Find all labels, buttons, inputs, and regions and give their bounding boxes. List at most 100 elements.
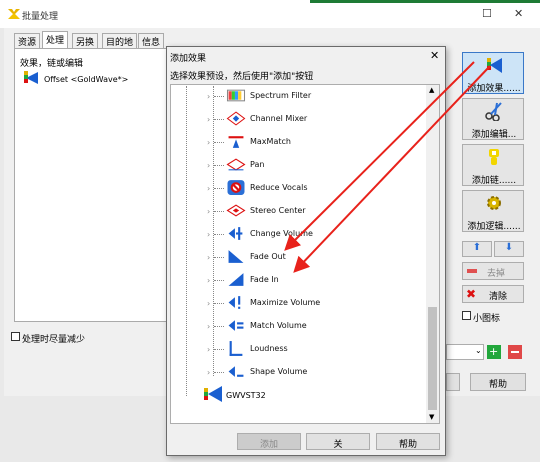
tree-item[interactable]: Match Volume [250,321,307,330]
arrow-up-icon: ⬆ [472,242,482,253]
tree-connector [214,188,224,189]
preset-dropdown[interactable]: ⌄ [446,344,484,360]
tab-process[interactable]: 处理 [42,31,69,48]
tree-root-item[interactable]: GWVST32 [226,391,266,400]
move-down-button[interactable]: ⬇ [494,241,524,257]
channel-mixer-icon [226,111,246,126]
tree-connector [214,257,224,258]
clear-label: 清除 [489,292,508,302]
scissors-icon [485,102,502,121]
tree-item[interactable]: Channel Mixer [250,114,307,123]
add-preset-button[interactable]: + [487,345,501,359]
effect-icon [487,58,502,73]
tree-line [213,86,214,376]
tree-item[interactable]: Fade Out [250,252,286,261]
loudness-icon [229,341,243,356]
shape-volume-icon [228,366,244,377]
tab-destination[interactable]: 目的地 [102,33,138,48]
x-icon: ✖ [466,287,477,301]
tree-connector [214,165,224,166]
scroll-up-icon[interactable]: ▲ [429,86,434,94]
add-link-button[interactable]: 添加链...... [462,144,524,186]
dialog-close-action-button[interactable]: 关 [306,433,370,450]
small-icons-label: 小图标 [473,314,501,324]
reduce-vocals-icon [227,180,245,195]
change-volume-icon [228,227,243,240]
tree-expand-icon[interactable]: › [207,322,210,331]
tree-expand-icon[interactable]: › [207,345,210,354]
scrollbar-thumb[interactable] [428,307,437,410]
tree-expand-icon[interactable]: › [207,230,210,239]
title-bar [0,0,540,28]
tree-expand-icon[interactable]: › [207,115,210,124]
tree-expand-icon[interactable]: › [207,207,210,216]
tree-connector [214,234,224,235]
tree-connector [214,372,224,373]
gear-icon [487,196,501,210]
chain-icon [489,149,499,165]
move-up-button[interactable]: ⬆ [462,241,492,257]
tree-expand-icon[interactable]: › [207,276,210,285]
remove-button[interactable]: 去掉 [462,262,524,280]
app-logo-icon [8,9,20,19]
dialog-instruction: 选择效果预设，然后使用"添加"按钮 [170,72,314,82]
tree-connector [214,349,224,350]
tree-connector [214,280,224,281]
fade-in-icon [228,273,244,286]
close-window-button[interactable]: ✕ [514,7,523,20]
match-volume-icon [228,320,244,331]
tree-item[interactable]: Maximize Volume [250,298,320,307]
add-button[interactable]: 添加 [237,433,301,450]
tree-item[interactable]: Reduce Vocals [250,183,308,192]
tree-expand-icon[interactable]: › [207,138,210,147]
tree-item[interactable]: Shape Volume [250,367,307,376]
add-link-label: 添加链...... [471,176,517,186]
tree-item[interactable]: Change Volume [250,229,313,238]
tree-connector [214,326,224,327]
tree-item[interactable]: Spectrum Filter [250,91,311,100]
tab-source[interactable]: 资源 [14,33,41,48]
add-edit-label: 添加编辑... [471,130,517,140]
maximize-button[interactable]: ☐ [482,7,492,20]
panel-header: 效果，链或编辑 [20,59,84,69]
remove-label: 去掉 [487,269,506,279]
tree-item[interactable]: Loudness [250,344,288,353]
tree-line [186,86,187,396]
tab-convert[interactable]: 另换 [72,33,99,48]
tree-expand-icon[interactable]: › [207,92,210,101]
plus-icon: + [489,345,499,358]
tab-info[interactable]: 信息 [138,33,165,48]
tree-expand-icon[interactable]: › [207,161,210,170]
add-edit-button[interactable]: 添加编辑... [462,98,524,140]
offset-icon [24,71,38,84]
minus-icon [511,351,519,353]
tree-connector [214,119,224,120]
tree-expand-icon[interactable]: › [207,368,210,377]
tree-item[interactable]: Stereo Center [250,206,306,215]
window-title: 批量处理 [22,12,59,22]
scroll-down-icon[interactable]: ▼ [429,413,434,421]
tree-item[interactable]: Pan [250,160,264,169]
help-button[interactable]: 帮助 [470,373,526,391]
tree-expand-icon[interactable]: › [207,184,210,193]
ok-button-partial[interactable] [446,373,460,391]
dialog-help-button[interactable]: 帮助 [376,433,440,450]
process-list-item[interactable]: Offset <GoldWave*> [44,75,128,84]
tree-connector [214,142,224,143]
background-window-edge [310,0,540,3]
vst-icon [204,386,222,402]
tree-item[interactable]: Fade In [250,275,279,284]
process-list-panel [14,48,172,322]
small-icons-checkbox[interactable] [462,311,471,320]
tree-connector [214,96,224,97]
minimize-checkbox[interactable] [11,332,20,341]
delete-preset-button[interactable] [508,345,522,359]
dialog-close-button[interactable]: ✕ [430,49,439,62]
add-logic-button[interactable]: 添加逻辑...... [462,190,524,232]
tree-expand-icon[interactable]: › [207,299,210,308]
tree-expand-icon[interactable]: › [207,253,210,262]
tree-item[interactable]: MaxMatch [250,137,291,146]
clear-button[interactable]: ✖ 清除 [462,285,524,303]
add-effect-button[interactable]: 添加效果...... [462,52,524,94]
stereo-center-icon [226,204,246,217]
